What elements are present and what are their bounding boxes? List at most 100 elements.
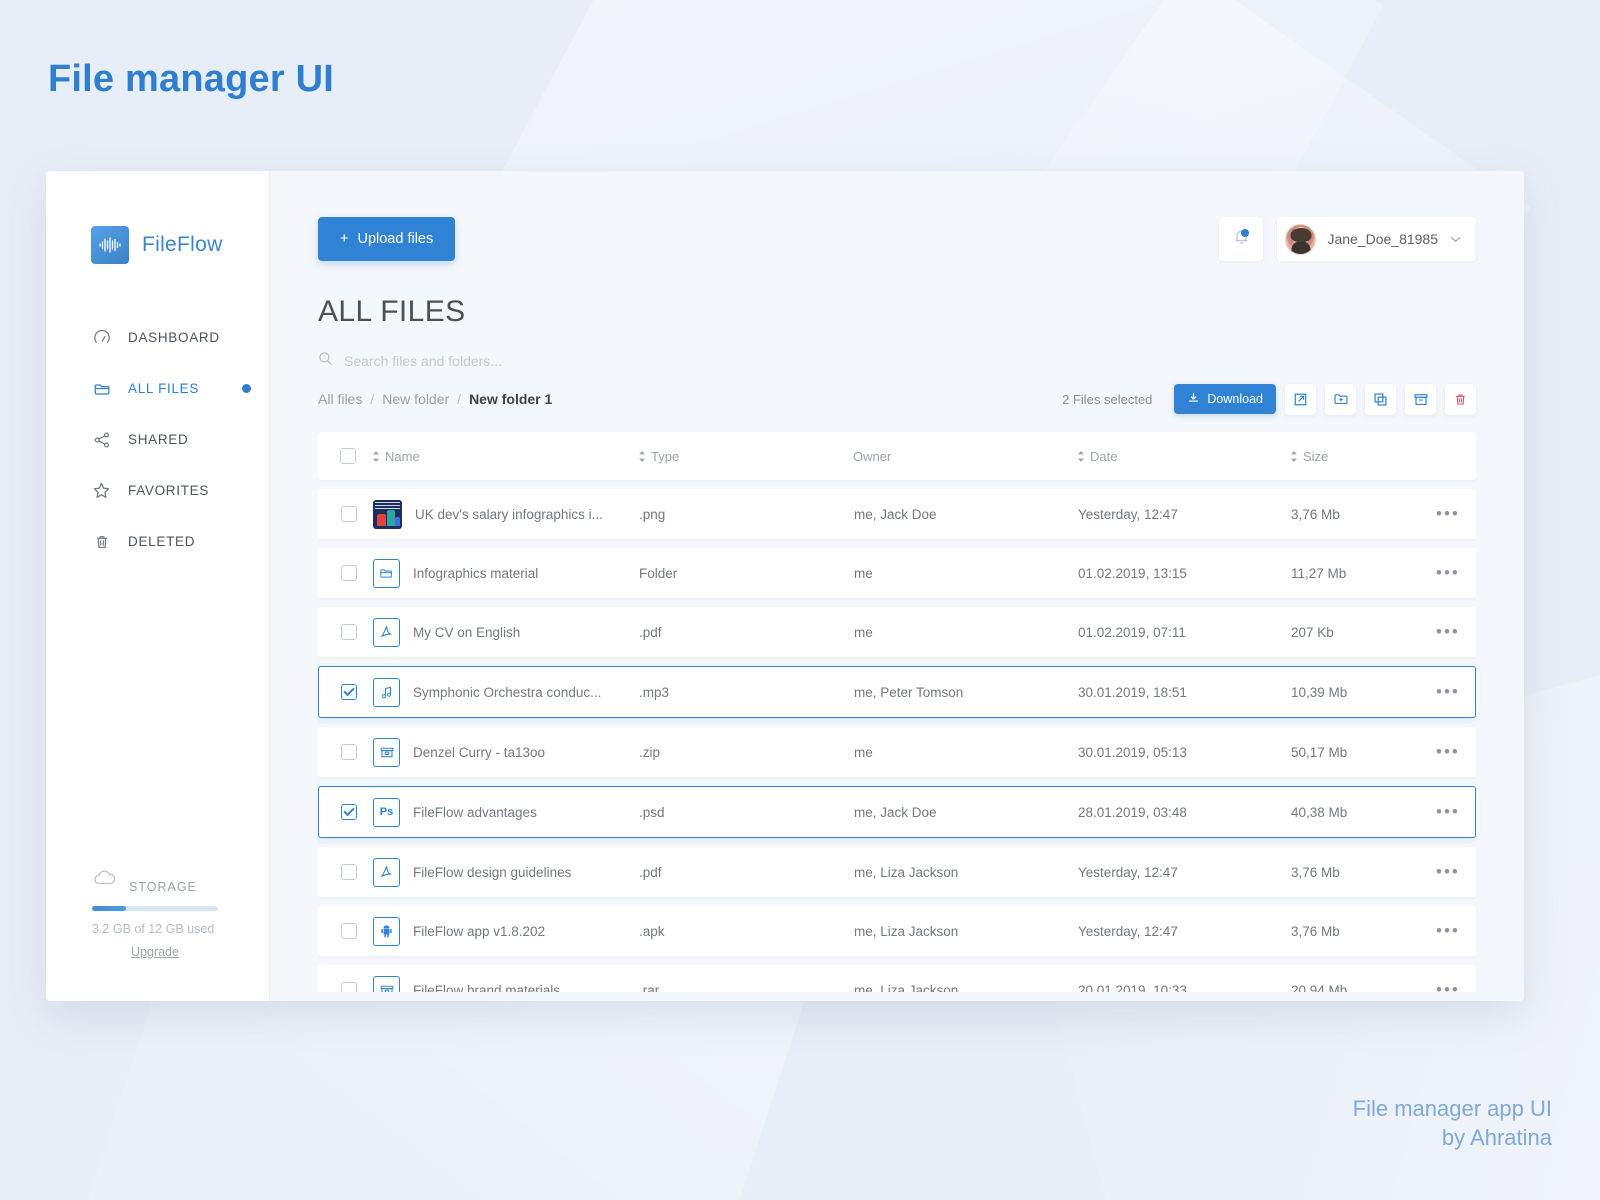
storage-progress-fill xyxy=(92,906,126,911)
file-owner: me, Liza Jackson xyxy=(854,924,1078,939)
move-to-folder-icon[interactable] xyxy=(1325,384,1356,415)
table-row[interactable]: FileFlow design guidelines.pdfme, Liza J… xyxy=(318,847,1476,897)
breadcrumb-item[interactable]: New folder xyxy=(382,391,449,407)
file-date: 01.02.2019, 07:11 xyxy=(1078,625,1291,640)
sidebar-item-shared[interactable]: SHARED xyxy=(46,414,269,465)
brand[interactable]: FileFlow xyxy=(46,171,269,264)
row-checkbox[interactable] xyxy=(341,864,373,880)
file-name-cell: FileFlow brand materials xyxy=(373,976,639,993)
file-type: .zip xyxy=(639,745,854,760)
row-checkbox[interactable] xyxy=(341,923,373,939)
archive-icon xyxy=(373,738,400,767)
table-row[interactable]: Denzel Curry - ta13oo.zipme30.01.2019, 0… xyxy=(318,727,1476,777)
file-name-cell: FileFlow design guidelines xyxy=(373,858,639,887)
credit-line-1: File manager app UI xyxy=(1353,1094,1552,1123)
table-row[interactable]: UK dev's salary infographics i....pngme,… xyxy=(318,489,1476,539)
row-checkbox[interactable] xyxy=(341,982,373,992)
table-row[interactable]: Symphonic Orchestra conduc....mp3me, Pet… xyxy=(318,666,1476,718)
sort-icon xyxy=(1077,451,1085,462)
select-all-checkbox[interactable] xyxy=(340,448,372,464)
row-checkbox[interactable] xyxy=(341,804,373,820)
avatar xyxy=(1285,224,1316,255)
column-header-label: Size xyxy=(1303,449,1328,464)
column-header-type[interactable]: Type xyxy=(638,449,853,464)
table-row[interactable]: FileFlow brand materials.rarme, Liza Jac… xyxy=(318,965,1476,992)
table-row[interactable]: Infographics materialFolderme01.02.2019,… xyxy=(318,548,1476,598)
file-owner: me xyxy=(854,745,1078,760)
file-name: FileFlow brand materials xyxy=(413,983,560,993)
search-bar[interactable] xyxy=(318,351,1476,371)
files-table: Name Type Owner Date xyxy=(318,432,1476,992)
breadcrumb-item[interactable]: All files xyxy=(318,391,362,407)
archive-icon[interactable] xyxy=(1405,384,1436,415)
row-checkbox[interactable] xyxy=(341,624,373,640)
row-more-button[interactable]: ••• xyxy=(1436,807,1460,817)
search-icon xyxy=(318,351,333,371)
table-row[interactable]: My CV on English.pdfme01.02.2019, 07:112… xyxy=(318,607,1476,657)
file-name: FileFlow app v1.8.202 xyxy=(413,924,545,939)
sidebar-item-favorites[interactable]: FAVORITES xyxy=(46,465,269,516)
row-checkbox[interactable] xyxy=(341,684,373,700)
column-header-owner[interactable]: Owner xyxy=(853,449,1077,464)
column-header-label: Owner xyxy=(853,449,891,464)
table-row[interactable]: PsFileFlow advantages.psdme, Jack Doe28.… xyxy=(318,786,1476,838)
row-more-button[interactable]: ••• xyxy=(1436,985,1460,992)
row-checkbox[interactable] xyxy=(341,565,373,581)
search-input[interactable] xyxy=(344,353,764,369)
file-date: 20.01.2019, 10:33 xyxy=(1078,983,1291,993)
download-button[interactable]: Download xyxy=(1174,384,1276,414)
sidebar-item-deleted[interactable]: DELETED xyxy=(46,516,269,567)
main-content: + Upload files Jane_Doe_ xyxy=(270,171,1524,1001)
file-size: 3,76 Mb xyxy=(1291,924,1436,939)
credit-line-2: by Ahratina xyxy=(1353,1123,1552,1152)
file-name-cell: PsFileFlow advantages xyxy=(373,798,639,827)
row-more-button[interactable]: ••• xyxy=(1436,509,1460,519)
file-owner: me, Jack Doe xyxy=(854,507,1078,522)
sidebar-item-all-files[interactable]: ALL FILES xyxy=(46,363,269,414)
top-bar: + Upload files Jane_Doe_ xyxy=(318,217,1476,261)
file-date: Yesterday, 12:47 xyxy=(1078,507,1291,522)
user-menu[interactable]: Jane_Doe_81985 xyxy=(1277,217,1476,261)
row-more-button[interactable]: ••• xyxy=(1436,687,1460,697)
selection-count: 2 Files selected xyxy=(1062,392,1152,407)
file-size: 207 Kb xyxy=(1291,625,1436,640)
row-more-button[interactable]: ••• xyxy=(1436,568,1460,578)
column-header-name[interactable]: Name xyxy=(372,449,638,464)
row-more-button[interactable]: ••• xyxy=(1436,627,1460,637)
row-more-button[interactable]: ••• xyxy=(1436,926,1460,936)
sidebar-item-dashboard[interactable]: DASHBOARD xyxy=(46,312,269,363)
column-header-date[interactable]: Date xyxy=(1077,449,1290,464)
file-name: FileFlow advantages xyxy=(413,805,537,820)
delete-icon[interactable] xyxy=(1445,384,1476,415)
file-name: FileFlow design guidelines xyxy=(413,865,571,880)
notifications-button[interactable] xyxy=(1219,217,1263,261)
file-name: Denzel Curry - ta13oo xyxy=(413,745,545,760)
row-checkbox[interactable] xyxy=(341,506,373,522)
file-date: 01.02.2019, 13:15 xyxy=(1078,566,1291,581)
file-type: .pdf xyxy=(639,865,854,880)
sidebar-item-label: DASHBOARD xyxy=(128,330,220,345)
folder-icon xyxy=(373,559,400,588)
row-more-button[interactable]: ••• xyxy=(1436,867,1460,877)
column-header-size[interactable]: Size xyxy=(1290,449,1435,464)
row-checkbox[interactable] xyxy=(341,744,373,760)
file-name-cell: Symphonic Orchestra conduc... xyxy=(373,678,639,707)
sidebar-item-label: ALL FILES xyxy=(128,381,199,396)
upload-button-label: Upload files xyxy=(357,231,433,247)
share-external-icon[interactable] xyxy=(1285,384,1316,415)
file-name-cell: Denzel Curry - ta13oo xyxy=(373,738,639,767)
file-type: .psd xyxy=(639,805,854,820)
file-name: UK dev's salary infographics i... xyxy=(415,507,603,522)
file-type: .mp3 xyxy=(639,685,854,700)
credit: File manager app UI by Ahratina xyxy=(1353,1094,1552,1152)
row-more-button[interactable]: ••• xyxy=(1436,747,1460,757)
upload-files-button[interactable]: + Upload files xyxy=(318,217,455,261)
top-right-group: Jane_Doe_81985 xyxy=(1219,217,1476,261)
copy-icon[interactable] xyxy=(1365,384,1396,415)
file-name: My CV on English xyxy=(413,625,520,640)
file-size: 11,27 Mb xyxy=(1291,566,1436,581)
table-row[interactable]: FileFlow app v1.8.202.apkme, Liza Jackso… xyxy=(318,906,1476,956)
column-header-label: Type xyxy=(651,449,679,464)
file-name: Infographics material xyxy=(413,566,538,581)
storage-upgrade-link[interactable]: Upgrade xyxy=(92,945,218,959)
